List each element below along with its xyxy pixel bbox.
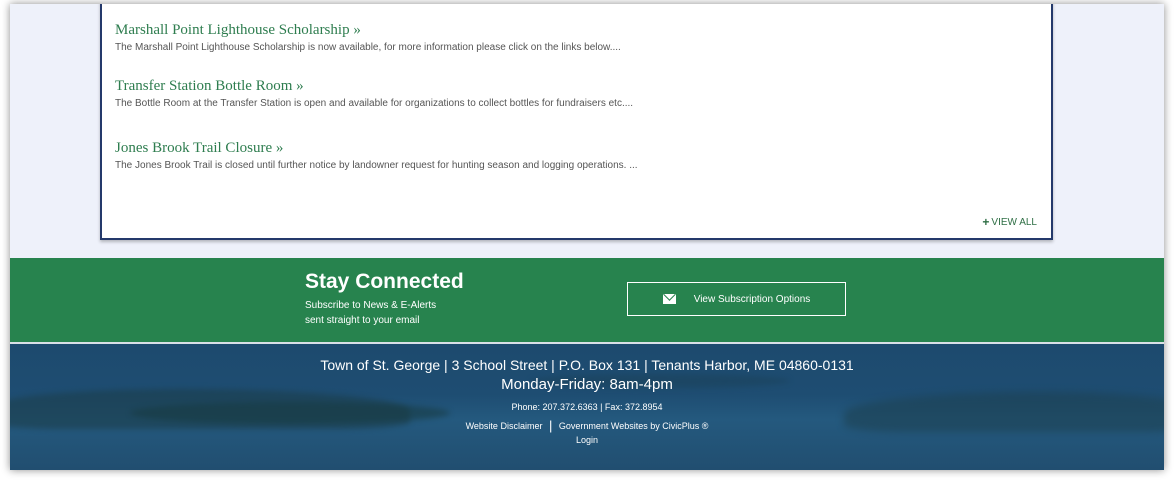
stay-connected-band: Stay Connected Subscribe to News & E-Ale… bbox=[10, 258, 1164, 342]
website-disclaimer-link[interactable]: Website Disclaimer bbox=[466, 421, 543, 431]
civicplus-link[interactable]: Government Websites by CivicPlus ® bbox=[559, 421, 709, 431]
page-frame: Marshall Point Lighthouse Scholarship » … bbox=[10, 4, 1164, 470]
login-link[interactable]: Login bbox=[576, 435, 598, 445]
news-item: Transfer Station Bottle Room » The Bottl… bbox=[115, 78, 633, 109]
subtitle-line-1: Subscribe to News & E-Alerts bbox=[305, 300, 437, 311]
stay-connected-subtitle: Subscribe to News & E-Alerts sent straig… bbox=[305, 298, 505, 328]
view-all-label: VIEW ALL bbox=[991, 216, 1037, 228]
news-item-description: The Jones Brook Trail is closed until fu… bbox=[115, 160, 638, 171]
subtitle-line-2: sent straight to your email bbox=[305, 315, 420, 326]
news-card: Marshall Point Lighthouse Scholarship » … bbox=[100, 4, 1053, 240]
view-all-link[interactable]: + VIEW ALL bbox=[982, 215, 1037, 229]
view-subscription-options-button[interactable]: View Subscription Options bbox=[627, 282, 846, 316]
subscription-button-label: View Subscription Options bbox=[693, 293, 811, 305]
news-item-title[interactable]: Marshall Point Lighthouse Scholarship » bbox=[115, 22, 621, 39]
news-item-title[interactable]: Transfer Station Bottle Room » bbox=[115, 78, 633, 95]
footer-address: Town of St. George | 3 School Street | P… bbox=[320, 357, 854, 373]
footer: Town of St. George | 3 School Street | P… bbox=[10, 342, 1164, 470]
stay-connected-title: Stay Connected bbox=[305, 270, 464, 293]
news-item-description: The Bottle Room at the Transfer Station … bbox=[115, 98, 634, 109]
footer-login: Login bbox=[10, 435, 1164, 445]
envelope-icon bbox=[662, 294, 676, 304]
footer-phone: Phone: 207.372.6363 | Fax: 372.8954 bbox=[511, 402, 663, 412]
news-item: Marshall Point Lighthouse Scholarship » … bbox=[115, 22, 621, 53]
footer-hours: Monday-Friday: 8am-4pm bbox=[501, 376, 673, 393]
news-item-description: The Marshall Point Lighthouse Scholarshi… bbox=[115, 42, 621, 53]
footer-link-separator: | bbox=[548, 418, 553, 433]
plus-icon: + bbox=[982, 215, 990, 229]
footer-links: Website Disclaimer | Government Websites… bbox=[10, 418, 1164, 433]
news-section: Marshall Point Lighthouse Scholarship » … bbox=[10, 4, 1164, 258]
news-item: Jones Brook Trail Closure » The Jones Br… bbox=[115, 140, 638, 171]
news-item-title[interactable]: Jones Brook Trail Closure » bbox=[115, 140, 638, 157]
